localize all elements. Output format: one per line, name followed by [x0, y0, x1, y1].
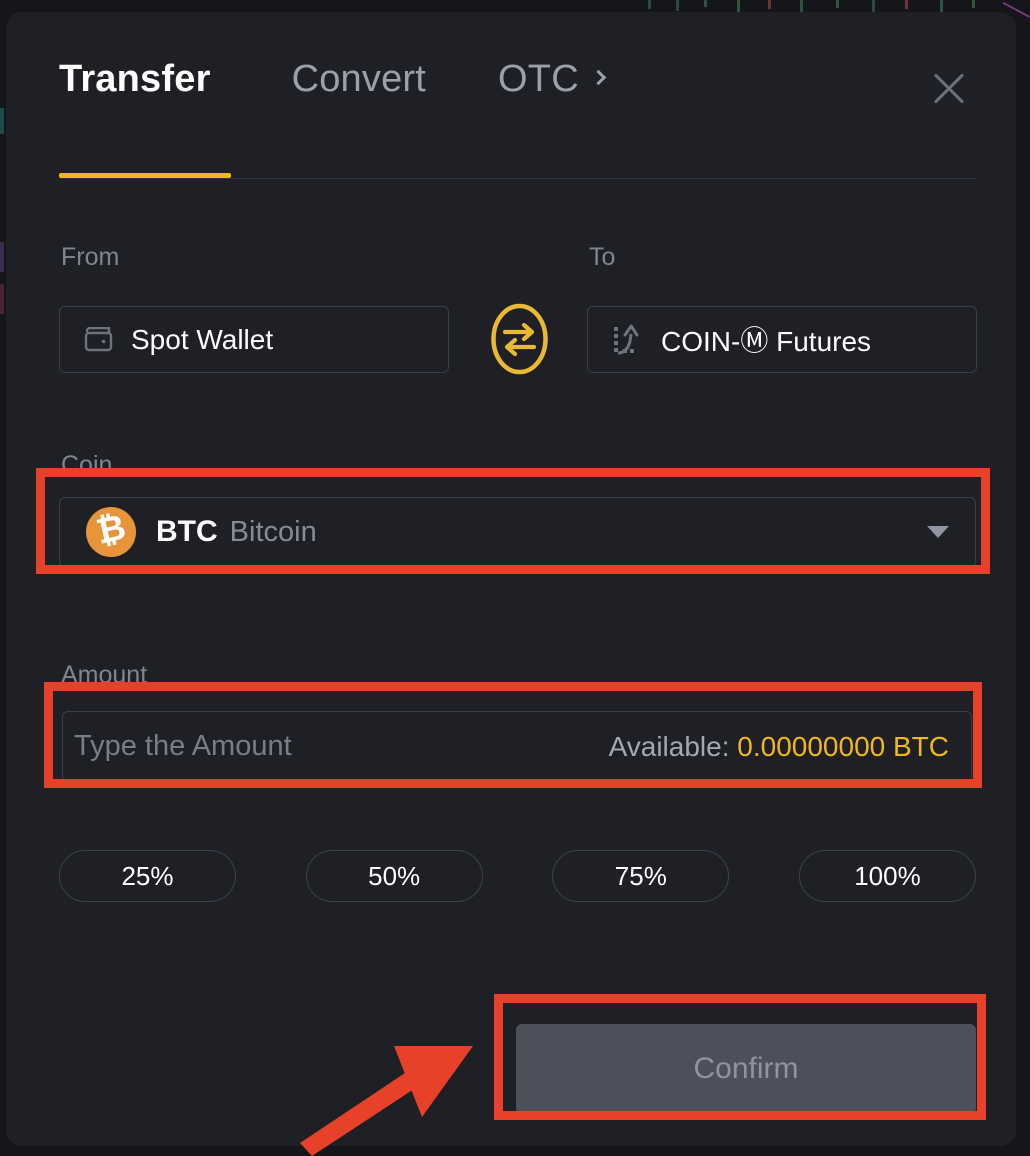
tab-otc[interactable]: OTC: [498, 58, 607, 100]
percent-button-75[interactable]: 75%: [552, 850, 730, 902]
active-tab-indicator: [59, 173, 231, 178]
available-label: Available:: [608, 730, 730, 762]
to-label: To: [589, 243, 616, 271]
backdrop-accent: [0, 242, 4, 272]
tab-otc-label: OTC: [498, 58, 579, 100]
coin-margined-mark-icon: Ⓜ: [740, 324, 769, 356]
tab-transfer[interactable]: Transfer: [59, 60, 211, 98]
from-wallet-select[interactable]: Spot Wallet: [59, 306, 449, 373]
tab-divider: [59, 178, 976, 179]
coin-symbol: BTC: [156, 515, 218, 548]
from-label: From: [61, 243, 120, 271]
amount-label: Amount: [61, 661, 148, 689]
backdrop-candle: [800, 0, 803, 12]
backdrop-candle: [905, 0, 908, 9]
backdrop-accent: [0, 284, 4, 314]
backdrop-candle: [648, 0, 651, 9]
close-icon[interactable]: [925, 64, 973, 112]
coin-label: Coin: [61, 451, 113, 479]
percent-button-25[interactable]: 25%: [59, 850, 236, 902]
coin-name: Bitcoin: [229, 515, 317, 548]
bitcoin-icon: ₿: [86, 507, 136, 557]
modal-tab-bar: Transfer Convert OTC: [59, 58, 607, 100]
backdrop-candle: [836, 0, 839, 8]
wallet-icon: [84, 326, 113, 351]
backdrop-candle: [940, 0, 943, 12]
percent-button-100[interactable]: 100%: [798, 850, 976, 902]
coin-selector[interactable]: ₿ BTC Bitcoin: [59, 497, 976, 567]
caret-down-icon[interactable]: [927, 526, 949, 538]
available-balance: Available: 0.00000000 BTC: [609, 731, 949, 763]
to-wallet-select[interactable]: COIN-Ⓜ Futures: [587, 306, 977, 373]
percent-button-50[interactable]: 50%: [305, 850, 483, 902]
to-wallet-value: COIN-Ⓜ Futures: [661, 320, 871, 360]
chevron-right-icon: [590, 69, 607, 85]
backdrop-candle: [768, 0, 771, 9]
backdrop-accent: [0, 108, 4, 134]
backdrop-candle: [704, 0, 707, 7]
futures-chart-icon: [614, 324, 639, 354]
swap-arrows-icon[interactable]: [491, 303, 548, 375]
from-wallet-value: Spot Wallet: [131, 323, 274, 355]
amount-field[interactable]: Available: 0.00000000 BTC: [62, 711, 972, 782]
backdrop-candle: [737, 0, 740, 12]
backdrop-candle: [676, 0, 679, 11]
available-value: 0.00000000 BTC: [737, 730, 949, 762]
confirm-button[interactable]: Confirm: [516, 1024, 976, 1114]
transfer-modal: Transfer Convert OTC From To Spot Wallet: [6, 12, 1016, 1146]
bitcoin-icon-glyph: ₿: [92, 506, 130, 553]
backdrop-candle: [972, 0, 975, 8]
amount-input[interactable]: [74, 730, 609, 763]
percent-button-row: 25% 50% 75% 100%: [59, 850, 976, 902]
tab-convert[interactable]: Convert: [292, 60, 426, 98]
